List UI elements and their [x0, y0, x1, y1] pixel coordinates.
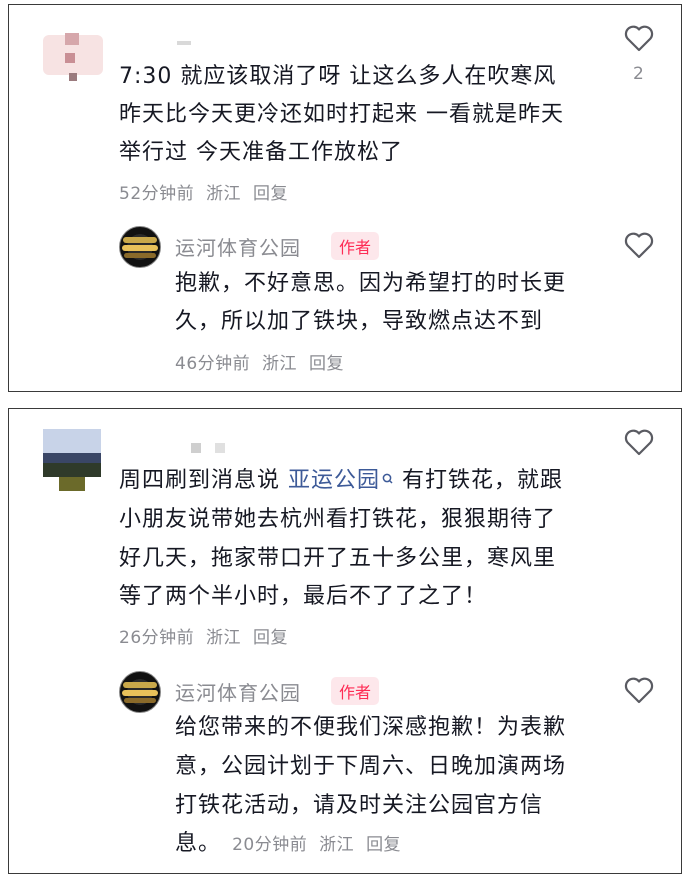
comment-text-line-3: 好几天，拖家带口开了五十多公里，寒风里 — [119, 546, 557, 571]
reply-location: 浙江 — [262, 354, 298, 374]
comment-card-1: 7:30 就应该取消了呀 让这么多人在吹寒风 昨天比今天更冷还如时打起来 一看就… — [8, 4, 682, 392]
reply-text-line-1: 抱歉，不好意思。因为希望打的时长更 — [175, 271, 567, 296]
comment-text-line-3: 举行过 今天准备工作放松了 — [119, 140, 403, 165]
comment-text-line-4: 等了两个半小时，最后不了了之了！ — [119, 584, 488, 609]
reply-time: 46分钟前 — [175, 354, 251, 374]
reply-text-line-2: 意，公园计划于下周六、日晚加演两场 — [175, 754, 567, 779]
reply-last-line: 息。 20分钟前 浙江 回复 — [175, 825, 407, 863]
like-count: 2 — [633, 64, 644, 84]
username-blurred-2 — [215, 443, 225, 453]
hashtag-link[interactable]: 亚运公园 — [288, 468, 394, 493]
reply-meta: 20分钟前 浙江 回复 — [232, 835, 407, 855]
comment-text-segment: 有打铁花，就跟 — [394, 468, 564, 493]
comment-meta: 52分钟前 浙江 回复 — [119, 179, 294, 204]
comment-time: 26分钟前 — [119, 628, 195, 648]
comment-location: 浙江 — [206, 628, 242, 648]
comment-text-segment: 周四刷到消息说 — [119, 468, 288, 493]
heart-outline-icon[interactable] — [623, 230, 655, 260]
reply-reply-button[interactable]: 回复 — [366, 835, 401, 855]
comment-time: 52分钟前 — [119, 184, 195, 204]
comment-text-line-2: 小朋友说带她去杭州看打铁花，狠狠期待了 — [119, 507, 557, 532]
reply-author-name[interactable]: 运河体育公园 — [175, 677, 301, 706]
comment-text-line-2: 昨天比今天更冷还如时打起来 一看就是昨天 — [119, 102, 564, 127]
reply-button[interactable]: 回复 — [253, 184, 288, 204]
reply-text-line-4: 息。 — [175, 831, 222, 856]
comment-text-line-1: 周四刷到消息说 亚运公园 有打铁花，就跟 — [119, 462, 563, 500]
heart-outline-icon[interactable] — [623, 23, 655, 53]
reply-text-line-1: 给您带来的不便我们深感抱歉！为表歉 — [175, 715, 567, 740]
reply-location: 浙江 — [319, 835, 355, 855]
reply-reply-button[interactable]: 回复 — [309, 354, 344, 374]
author-avatar[interactable] — [119, 226, 161, 268]
hashtag-text[interactable]: 亚运公园 — [288, 468, 380, 493]
heart-outline-icon[interactable] — [623, 675, 655, 705]
comment-meta: 26分钟前 浙江 回复 — [119, 623, 294, 648]
avatar[interactable] — [43, 25, 103, 85]
reply-meta: 46分钟前 浙江 回复 — [175, 349, 350, 374]
avatar[interactable] — [43, 429, 101, 491]
comment-location: 浙江 — [206, 184, 242, 204]
reply-time: 20分钟前 — [232, 835, 308, 855]
comment-card-2: 周四刷到消息说 亚运公园 有打铁花，就跟 小朋友说带她去杭州看打铁花，狠狠期待了… — [8, 408, 682, 874]
username-blurred[interactable] — [191, 443, 201, 453]
comment-text-line-1: 7:30 就应该取消了呀 让这么多人在吹寒风 — [119, 64, 557, 89]
username-blurred[interactable] — [177, 41, 191, 45]
reply-author-name[interactable]: 运河体育公园 — [175, 232, 301, 261]
reply-text-line-3: 打铁花活动，请及时关注公园官方信 — [175, 793, 544, 818]
search-icon[interactable] — [382, 462, 394, 500]
author-badge: 作者 — [331, 232, 380, 260]
reply-button[interactable]: 回复 — [253, 628, 288, 648]
heart-outline-icon[interactable] — [623, 427, 655, 457]
reply-text-line-2: 久，所以加了铁块，导致燃点达不到 — [175, 309, 544, 334]
author-badge: 作者 — [331, 677, 380, 705]
author-avatar[interactable] — [119, 671, 161, 713]
